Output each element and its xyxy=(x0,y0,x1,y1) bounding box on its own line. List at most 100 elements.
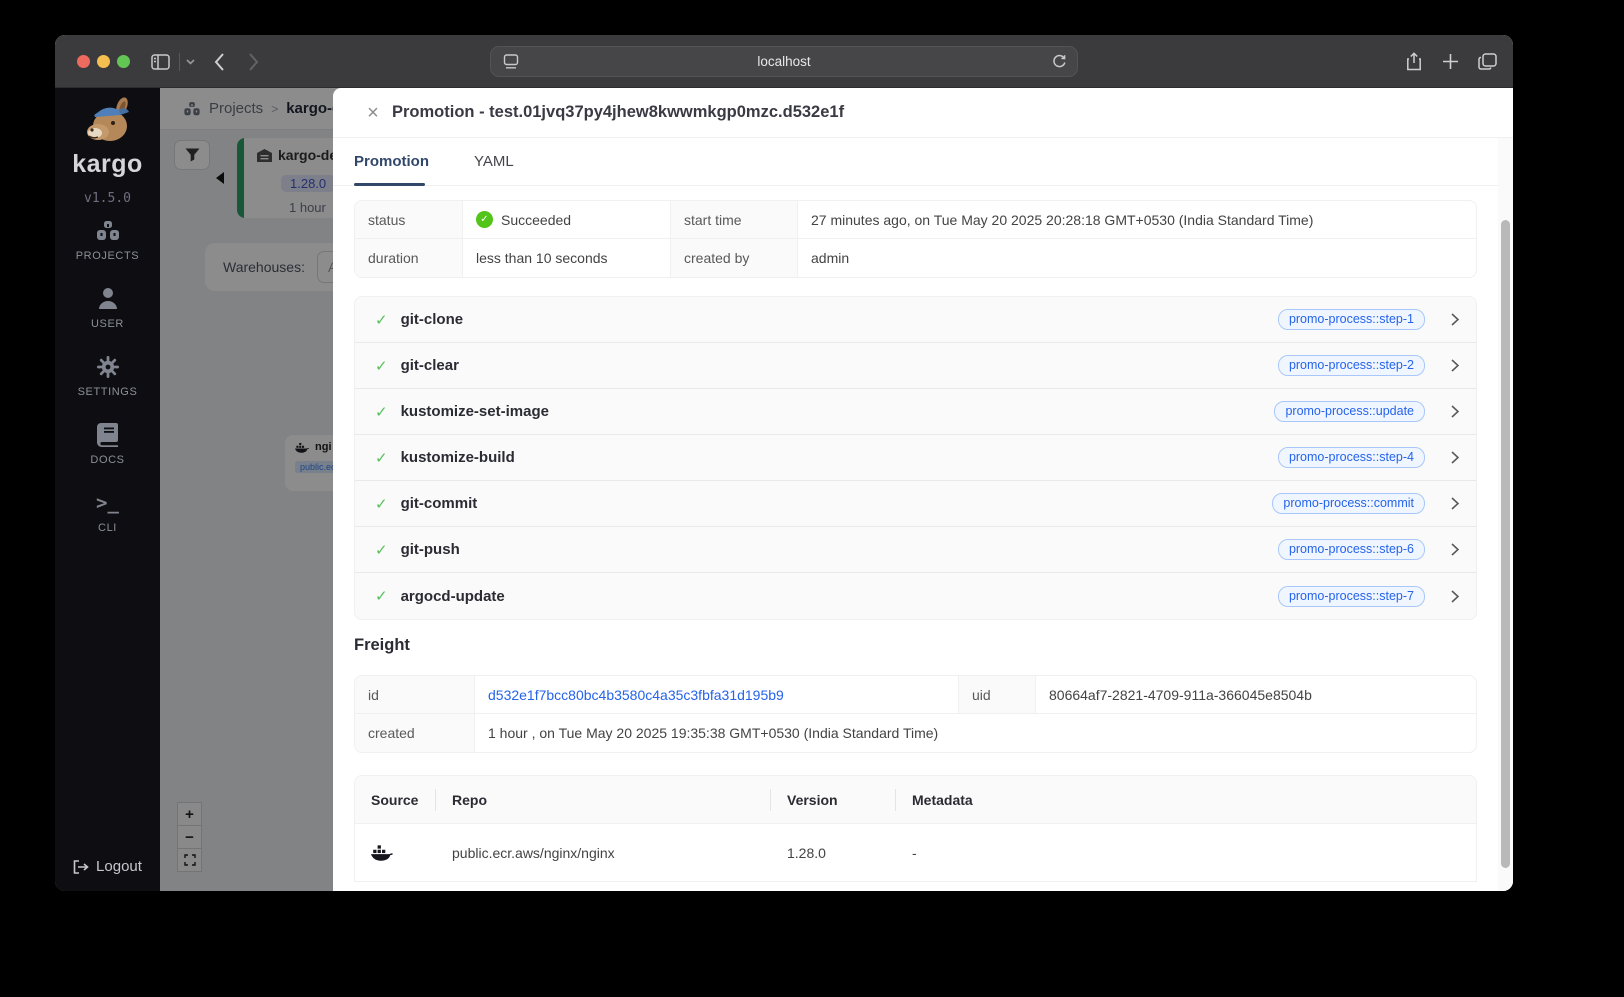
duration-label: duration xyxy=(355,239,463,277)
sidebar-item-cli[interactable]: >_ CLI xyxy=(55,490,160,534)
chevron-right-icon xyxy=(1451,405,1459,418)
app-area: kargo v1.5.0 PROJECTS USER SETTINGS DOCS… xyxy=(55,88,1513,891)
terminal-icon: >_ xyxy=(96,492,119,514)
reload-icon[interactable] xyxy=(1052,54,1067,69)
sidebar-item-projects[interactable]: PROJECTS xyxy=(55,218,160,262)
chevron-right-icon xyxy=(1451,589,1459,603)
sidebar-item-docs[interactable]: DOCS xyxy=(55,422,160,466)
titlebar-divider xyxy=(179,53,180,71)
step-row-git-commit[interactable]: ✓ git-commit promo-process::commit xyxy=(355,481,1476,527)
start-time-value: 27 minutes ago, on Tue May 20 2025 20:28… xyxy=(798,201,1476,239)
step-row-git-clone[interactable]: ✓ git-clone promo-process::step-1 xyxy=(355,297,1476,343)
artifact-version: 1.28.0 xyxy=(787,844,826,861)
step-check-icon: ✓ xyxy=(375,495,388,513)
duration-value: less than 10 seconds xyxy=(463,239,671,277)
artifacts-header-row: Source Repo Version Metadata xyxy=(355,776,1476,824)
address-bar[interactable]: localhost xyxy=(490,46,1078,77)
chevron-right-icon xyxy=(1451,359,1459,372)
promotion-modal: × Promotion - test.01jvq37py4jhew8kwwmkg… xyxy=(333,88,1513,891)
tab-yaml[interactable]: YAML xyxy=(474,153,514,170)
projects-icon xyxy=(55,218,160,244)
status-value: ✓ Succeeded xyxy=(463,201,671,239)
freight-created-label: created xyxy=(355,714,475,752)
step-check-icon: ✓ xyxy=(375,588,388,605)
step-check-icon: ✓ xyxy=(375,541,388,559)
logo-text: kargo xyxy=(72,150,143,178)
created-by-label: created by xyxy=(671,239,798,277)
step-row-git-clear[interactable]: ✓ git-clear promo-process::step-2 xyxy=(355,343,1476,389)
step-badge: promo-process::step-6 xyxy=(1277,539,1425,560)
new-tab-icon[interactable] xyxy=(1437,35,1463,88)
step-row-git-push[interactable]: ✓ git-push promo-process::step-6 xyxy=(355,527,1476,573)
app-version: v1.5.0 xyxy=(84,191,131,206)
success-check-icon: ✓ xyxy=(476,211,493,228)
created-by-value: admin xyxy=(811,250,850,266)
modal-body: status ✓ Succeeded start time 27 minutes… xyxy=(333,186,1513,891)
col-repo: Repo xyxy=(436,776,771,824)
step-check-icon: ✓ xyxy=(375,449,388,467)
tab-overview-icon[interactable] xyxy=(1473,35,1501,88)
freight-created-value: 1 hour , on Tue May 20 2025 19:35:38 GMT… xyxy=(488,725,939,741)
close-window-button[interactable] xyxy=(77,55,90,68)
step-badge: promo-process::step-7 xyxy=(1277,585,1425,607)
logout-button[interactable]: Logout xyxy=(55,858,160,875)
chevron-right-icon xyxy=(1451,543,1459,556)
minimize-window-button[interactable] xyxy=(97,55,110,68)
step-check-icon: ✓ xyxy=(375,403,388,421)
chevron-down-icon[interactable] xyxy=(181,35,199,88)
step-badge: promo-process::step-1 xyxy=(1277,309,1425,330)
tab-promotion[interactable]: Promotion xyxy=(354,153,429,170)
modal-tabbar: Promotion YAML xyxy=(333,138,1513,186)
sidebar-toggle-icon[interactable] xyxy=(147,35,173,88)
docker-whale-icon xyxy=(371,845,393,861)
freight-id-label: id xyxy=(355,676,475,714)
step-row-kustomize-build[interactable]: ✓ kustomize-build promo-process::step-4 xyxy=(355,435,1476,481)
freight-details-table: id d532e1f7bcc80bc4b3580c4a35c3fbfa31d19… xyxy=(354,675,1477,753)
step-badge: promo-process::step-2 xyxy=(1277,355,1425,376)
step-row-argocd-update[interactable]: ✓ argocd-update promo-process::step-7 xyxy=(355,573,1476,619)
col-source: Source xyxy=(355,776,436,824)
artifact-row: public.ecr.aws/nginx/nginx 1.28.0 - xyxy=(355,824,1476,881)
step-check-icon: ✓ xyxy=(375,357,388,375)
chevron-right-icon xyxy=(1451,451,1459,464)
step-badge: promo-process::update xyxy=(1274,401,1425,422)
modal-scrollbar-track[interactable] xyxy=(1498,138,1513,891)
freight-heading: Freight xyxy=(354,636,410,654)
sidebar-item-user[interactable]: USER xyxy=(55,286,160,330)
freight-id-link[interactable]: d532e1f7bcc80bc4b3580c4a35c3fbfa31d195b9 xyxy=(488,687,784,703)
chevron-right-icon xyxy=(1451,497,1459,510)
url-text: localhost xyxy=(757,54,811,69)
logout-icon xyxy=(73,859,89,874)
promotion-summary-table: status ✓ Succeeded start time 27 minutes… xyxy=(354,200,1477,278)
sidebar-item-label: SETTINGS xyxy=(77,386,138,398)
col-metadata: Metadata xyxy=(912,792,973,808)
gear-icon xyxy=(55,354,160,380)
close-icon[interactable]: × xyxy=(358,88,388,138)
artifact-repo: public.ecr.aws/nginx/nginx xyxy=(452,844,615,861)
browser-titlebar: localhost xyxy=(55,35,1513,88)
page-settings-icon[interactable] xyxy=(503,54,519,69)
browser-window: localhost kargo v1.5.0 PROJECTS USER SET… xyxy=(55,35,1513,891)
freight-uid-label: uid xyxy=(959,676,1036,714)
book-icon xyxy=(55,422,160,448)
step-row-kustomize-set-image[interactable]: ✓ kustomize-set-image promo-process::upd… xyxy=(355,389,1476,435)
modal-scrollbar-thumb[interactable] xyxy=(1501,220,1510,868)
promotion-steps-list: ✓ git-clone promo-process::step-1 ✓ git-… xyxy=(354,296,1477,620)
forward-button[interactable] xyxy=(241,35,265,88)
share-icon[interactable] xyxy=(1401,35,1427,88)
sidebar-item-label: DOCS xyxy=(90,454,125,466)
maximize-window-button[interactable] xyxy=(117,55,130,68)
sidebar-item-settings[interactable]: SETTINGS xyxy=(55,354,160,398)
modal-header: × Promotion - test.01jvq37py4jhew8kwwmkg… xyxy=(333,88,1513,138)
step-badge: promo-process::step-4 xyxy=(1277,447,1425,468)
kargo-mascot-icon xyxy=(86,97,129,141)
artifact-source-icon-cell xyxy=(355,844,436,861)
start-time-label: start time xyxy=(671,201,798,239)
user-icon xyxy=(55,286,160,312)
kargo-logo[interactable]: kargo v1.5.0 xyxy=(55,96,160,206)
freight-artifacts-table: Source Repo Version Metadata public.ecr.… xyxy=(354,775,1477,882)
chevron-right-icon xyxy=(1451,313,1459,326)
col-version: Version xyxy=(771,776,896,824)
sidebar-item-label: PROJECTS xyxy=(75,250,140,262)
back-button[interactable] xyxy=(207,35,231,88)
